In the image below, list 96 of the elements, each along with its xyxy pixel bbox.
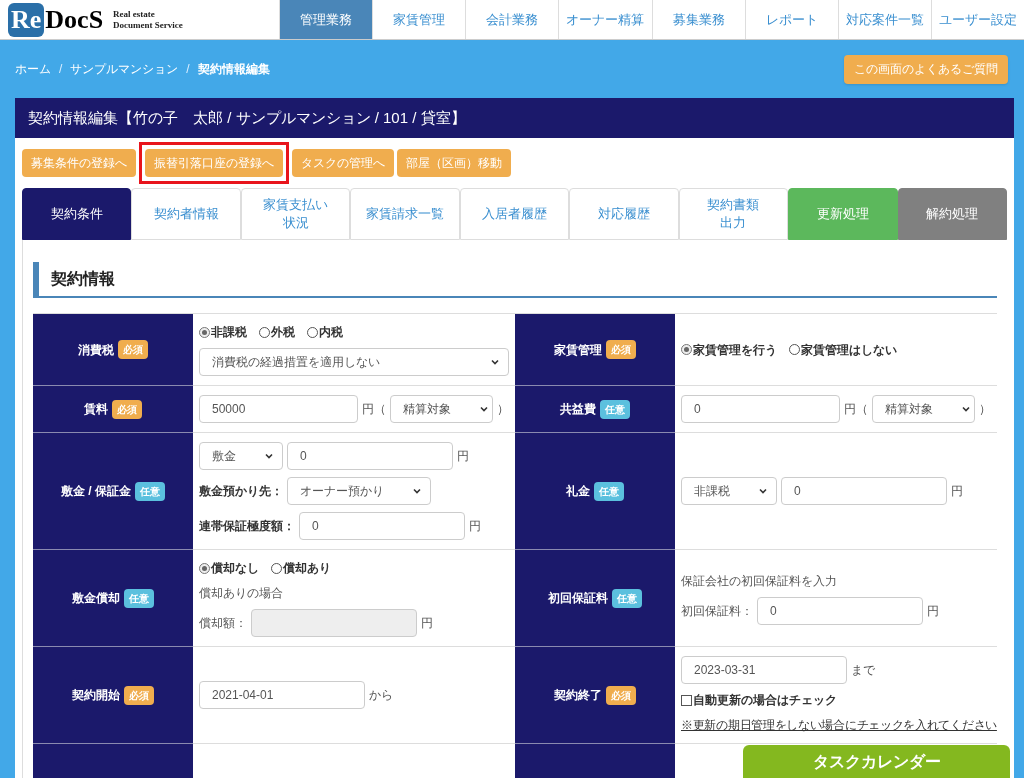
field-text: 円 — [469, 518, 481, 535]
select-dropdown[interactable]: 消費税の経過措置を適用しない — [199, 348, 509, 376]
chevron-icon — [490, 357, 500, 367]
logo-tagline: Real estate — [113, 8, 156, 20]
field-title: 消費税 — [78, 341, 114, 359]
field-text: 償却ありの場合 — [199, 585, 283, 602]
tab[interactable]: 更新処理 — [788, 188, 898, 240]
section-heading: 契約情報 — [33, 262, 997, 298]
radio-button[interactable] — [199, 562, 210, 574]
radio-option[interactable]: 非課税 — [199, 323, 247, 341]
chevron-icon — [264, 451, 274, 461]
text-field[interactable]: 2021-04-01 — [199, 681, 365, 709]
chevron-icon — [758, 486, 768, 496]
note-text: ※更新の期日管理をしない場合にチェックを入れてください — [681, 717, 997, 734]
field-text: ） — [497, 401, 509, 418]
radio-button[interactable] — [199, 326, 210, 338]
tab[interactable]: 入居者履歴 — [459, 188, 570, 240]
text-field[interactable]: 0 — [757, 596, 923, 625]
field-badge: 必須 — [124, 685, 154, 705]
field-badge: 必須 — [118, 340, 148, 359]
text-field[interactable]: 0 — [681, 395, 840, 423]
text-field[interactable]: 2023-03-31 — [681, 656, 847, 684]
field-title: 契約終了 — [554, 687, 602, 704]
field-text: まで — [851, 662, 875, 679]
radio-option[interactable]: 外税 — [259, 323, 295, 341]
field-badge: 必須 — [112, 399, 142, 419]
field-title: 初回保証料 — [548, 590, 608, 607]
field-title: 共益費 — [560, 401, 596, 418]
field-badge: 任意 — [612, 588, 642, 608]
radio-option[interactable]: 償却あり — [271, 559, 331, 577]
logo-mark: Re — [8, 2, 45, 37]
field-text: 円（ — [843, 401, 868, 418]
tab[interactable]: 契約書類 出力 — [678, 188, 789, 240]
tab[interactable]: 対応履歴 — [569, 188, 679, 240]
breadcrumb-link[interactable]: ホーム — [15, 60, 51, 78]
tab[interactable]: 契約者情報 — [131, 188, 241, 240]
text-field[interactable]: 50000 — [199, 395, 358, 423]
panel-title: 契約情報編集【竹の子 太郎 / サンプルマンション / 101 / 貸室】 — [15, 98, 1014, 138]
checkbox-option[interactable]: 自動更新の場合はチェック — [681, 691, 837, 709]
field-text: から — [369, 687, 393, 704]
breadcrumb-separator: / — [59, 61, 63, 78]
field-badge: 任意 — [594, 481, 624, 501]
field-title: 礼金 — [566, 483, 590, 500]
logo-name: DocS — [45, 4, 104, 36]
tab[interactable]: 家賃支払い 状況 — [240, 188, 351, 240]
field-badge: 必須 — [606, 685, 636, 705]
field-text: 円 — [927, 602, 939, 620]
text-field[interactable]: 0 — [299, 512, 465, 540]
select-dropdown[interactable]: 敷金 — [199, 442, 283, 470]
field-title: 敷金償却 — [72, 590, 120, 607]
radio-option[interactable]: 家賃管理はしない — [789, 340, 897, 359]
select-dropdown[interactable]: オーナー預かり — [287, 477, 431, 505]
breadcrumb-link[interactable]: サンプルマンション — [70, 60, 179, 78]
chevron-icon — [960, 404, 971, 414]
radio-button[interactable] — [789, 344, 800, 355]
logo-tagline: Document Service — [113, 19, 183, 31]
radio-button[interactable] — [259, 326, 270, 338]
tab[interactable]: 契約条件 — [22, 188, 132, 240]
field-title: 契約開始 — [72, 687, 120, 704]
field-badge: 任意 — [124, 588, 154, 608]
field-text: 初回保証料： — [681, 602, 753, 620]
field-text: 円 — [951, 483, 963, 500]
field-title: 賃料 — [84, 401, 108, 418]
field-title: 家賃管理 — [554, 341, 602, 359]
radio-button[interactable] — [307, 326, 318, 338]
tab[interactable]: 家賃請求一覧 — [350, 188, 460, 240]
radio-option[interactable]: 家賃管理を行う — [681, 340, 777, 359]
field-text: 円 — [457, 448, 469, 465]
text-field[interactable]: 0 — [287, 442, 453, 470]
field-title: 敷金 / 保証金 — [61, 483, 131, 500]
select-dropdown[interactable]: 精算対象 — [389, 395, 493, 423]
radio-option[interactable]: 償却なし — [199, 559, 259, 577]
checkbox[interactable] — [681, 694, 692, 706]
field-text: 保証会社の初回保証料を入力 — [681, 572, 837, 590]
select-dropdown[interactable]: 非課税 — [681, 477, 777, 505]
task-calendar-button[interactable]: タスクカレンダー — [743, 745, 1010, 778]
breadcrumb-current: 契約情報編集 — [197, 61, 270, 78]
nav-tab[interactable]: 管理業務 — [279, 0, 373, 39]
field-text: 償却額： — [199, 615, 247, 632]
field-text: ） — [979, 401, 991, 418]
field-badge: 必須 — [606, 340, 636, 359]
field-text: 円（ — [361, 401, 386, 418]
chevron-icon — [478, 404, 489, 414]
field-label: 連帯保証極度額： — [199, 518, 295, 535]
radio-button[interactable] — [271, 562, 282, 574]
chevron-icon — [412, 486, 422, 496]
tab[interactable]: 解約処理 — [897, 188, 1007, 240]
field-text: 円 — [421, 615, 433, 632]
select-dropdown[interactable]: 精算対象 — [871, 395, 975, 423]
radio-option[interactable]: 内税 — [307, 323, 343, 341]
field-badge: 任意 — [600, 399, 630, 419]
breadcrumb-separator: / — [186, 61, 190, 78]
text-field[interactable]: 0 — [781, 477, 947, 505]
field-label: 敷金預かり先： — [199, 483, 283, 500]
field-badge: 任意 — [135, 481, 165, 501]
radio-button[interactable] — [681, 344, 692, 355]
